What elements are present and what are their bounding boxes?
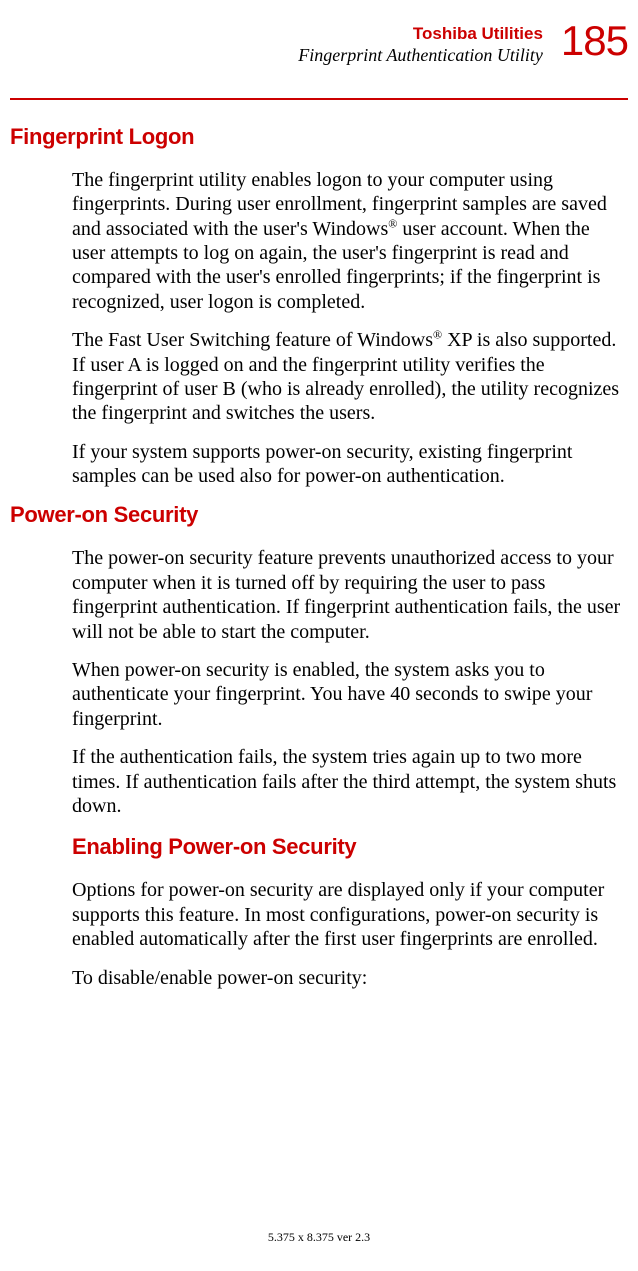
paragraph: The Fast User Switching feature of Windo… <box>72 328 628 426</box>
page-container: Toshiba Utilities Fingerprint Authentica… <box>0 0 638 990</box>
paragraph: Options for power-on security are displa… <box>72 878 628 951</box>
registered-mark: ® <box>433 327 442 341</box>
paragraph: When power-on security is enabled, the s… <box>72 658 628 731</box>
paragraph: The fingerprint utility enables logon to… <box>72 168 628 314</box>
header-divider <box>10 98 628 100</box>
page-header: Toshiba Utilities Fingerprint Authentica… <box>10 20 628 68</box>
paragraph: To disable/enable power-on security: <box>72 966 628 990</box>
body-power-on-security: The power-on security feature prevents u… <box>10 546 628 989</box>
heading-fingerprint-logon: Fingerprint Logon <box>10 124 628 150</box>
header-text-block: Toshiba Utilities Fingerprint Authentica… <box>298 20 543 68</box>
page-number: 185 <box>561 20 628 62</box>
paragraph: If the authentication fails, the system … <box>72 745 628 818</box>
text-run: The Fast User Switching feature of Windo… <box>72 329 433 351</box>
heading-enabling-power-on-security: Enabling Power-on Security <box>72 834 628 860</box>
heading-power-on-security: Power-on Security <box>10 502 628 528</box>
paragraph: If your system supports power-on securit… <box>72 440 628 489</box>
paragraph: The power-on security feature prevents u… <box>72 546 628 644</box>
body-fingerprint-logon: The fingerprint utility enables logon to… <box>10 168 628 489</box>
document-title: Toshiba Utilities <box>298 24 543 44</box>
document-subtitle: Fingerprint Authentication Utility <box>298 44 543 67</box>
page-footer: 5.375 x 8.375 ver 2.3 <box>0 1230 638 1245</box>
